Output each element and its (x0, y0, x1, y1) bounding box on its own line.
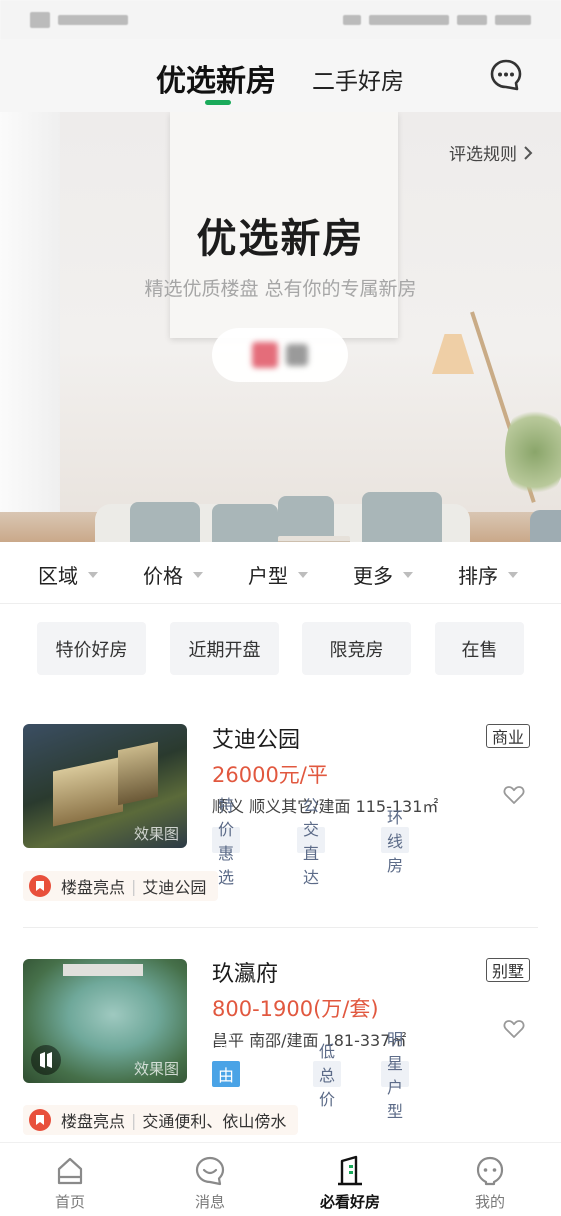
listing-name: 艾迪公园 (212, 728, 301, 753)
caret-down-icon (298, 571, 308, 578)
chip-limited-bid[interactable]: 限竞房 (302, 622, 411, 675)
caret-down-icon (403, 571, 413, 578)
highlight-text: 艾迪公园 (142, 878, 207, 897)
filter-layout[interactable]: 户型 (248, 560, 308, 589)
filter-more[interactable]: 更多 (353, 560, 413, 589)
listing-photo[interactable]: 效果图 (23, 724, 187, 848)
feature-tag: 低总价 (313, 1042, 342, 1109)
feature-tag: 特价惠选 (212, 796, 241, 887)
chip-recent-opening[interactable]: 近期开盘 (170, 622, 279, 675)
listing-divider (23, 927, 538, 928)
filter-price[interactable]: 价格 (143, 560, 203, 589)
panorama-icon[interactable] (31, 1045, 61, 1075)
listing-info: 顺义 顺义其它/建面 115-131㎡ (212, 797, 439, 816)
nav-home[interactable]: 首页 (0, 1143, 140, 1216)
listing-highlight: 楼盘亮点 | 交通便利、依山傍水 (23, 1105, 299, 1135)
message-icon (195, 1156, 225, 1186)
plant-image (505, 402, 561, 502)
chip-special-price[interactable]: 特价好房 (37, 622, 146, 675)
lamp-image (432, 334, 474, 374)
listing-price: 26000元/平 (212, 763, 328, 787)
feature-tag: 无理由退房 (212, 1018, 241, 1133)
rules-link[interactable]: 评选规则 (449, 140, 533, 165)
banner-title: 优选新房 (196, 216, 365, 262)
bookmark-icon (29, 1109, 51, 1131)
building-icon (338, 1155, 362, 1186)
chip-on-sale[interactable]: 在售 (435, 622, 524, 675)
bookmark-icon (29, 875, 51, 897)
feature-tag: 公交直达 (297, 796, 326, 887)
photo-watermark: 效果图 (133, 825, 179, 843)
feature-tag: 环线房 (381, 808, 410, 875)
rules-link-label: 评选规则 (449, 145, 517, 165)
status-bar (0, 0, 561, 40)
chat-bubble-icon[interactable] (489, 58, 523, 92)
home-icon (57, 1157, 83, 1185)
status-right (343, 15, 531, 25)
active-tab-indicator (205, 100, 231, 105)
blurred-badge (212, 328, 348, 382)
top-tab-bar: 优选新房 二手好房 (0, 40, 561, 112)
feature-tag: 明星户型 (381, 1030, 410, 1121)
tab-new-homes[interactable]: 优选新房 (156, 56, 276, 100)
listing-card[interactable]: 效果图 艾迪公园 商业 26000元/平 顺义 顺义其它/建面 115-131㎡… (0, 722, 561, 912)
photo-watermark: 效果图 (133, 1060, 179, 1078)
listing-info: 昌平 南邵/建面 181-337㎡ (212, 1031, 407, 1050)
promo-banner[interactable]: 优选新房 精选优质楼盘 总有你的专属新房 评选规则 (0, 112, 561, 542)
caret-down-icon (193, 571, 203, 578)
filter-region[interactable]: 区域 (38, 560, 98, 589)
nav-messages[interactable]: 消息 (140, 1143, 280, 1216)
listing-photo[interactable]: 效果图 (23, 959, 187, 1083)
filter-bar: 区域 价格 户型 更多 排序 (0, 542, 561, 604)
property-type-tag: 别墅 (485, 958, 530, 982)
filter-sort[interactable]: 排序 (458, 560, 518, 589)
profile-icon (476, 1156, 504, 1186)
highlight-label: 楼盘亮点 (61, 878, 126, 897)
status-left (30, 12, 128, 28)
chevron-right-icon (524, 145, 533, 160)
highlight-text: 交通便利、依山傍水 (142, 1112, 287, 1131)
heart-icon[interactable] (503, 785, 525, 805)
property-type-tag: 商业 (485, 724, 530, 748)
caret-down-icon (88, 571, 98, 578)
bottom-nav: 首页 消息 必看好房 我的 (0, 1142, 561, 1216)
nav-must-see-homes[interactable]: 必看好房 (280, 1143, 420, 1216)
listing-price: 800-1900(万/套) (212, 997, 379, 1021)
heart-icon[interactable] (503, 1019, 525, 1039)
tab-second-hand-homes[interactable]: 二手好房 (312, 62, 404, 96)
banner-subtitle: 精选优质楼盘 总有你的专属新房 (144, 278, 417, 300)
highlight-label: 楼盘亮点 (61, 1112, 126, 1131)
listing-highlight: 楼盘亮点 | 艾迪公园 (23, 871, 219, 901)
nav-profile[interactable]: 我的 (420, 1143, 560, 1216)
caret-down-icon (508, 571, 518, 578)
listing-card[interactable]: 效果图 玖瀛府 别墅 800-1900(万/套) 昌平 南邵/建面 181-33… (0, 956, 561, 1146)
listing-name: 玖瀛府 (212, 962, 279, 987)
